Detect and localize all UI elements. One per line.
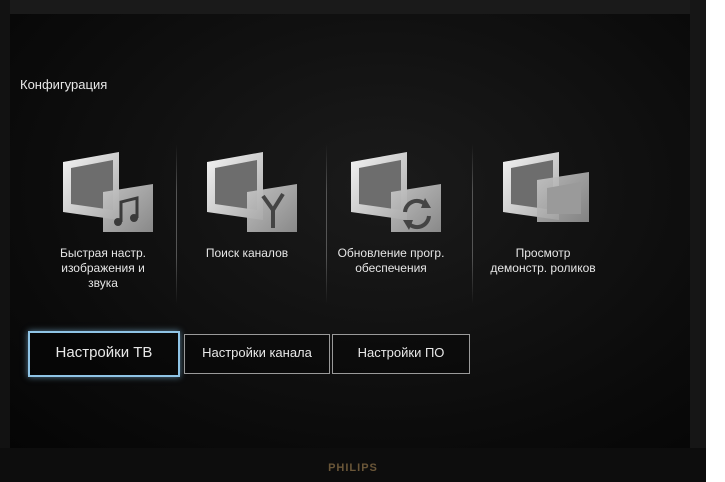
tv-screen: Конфигурация Быстрая настр. изображения … [10, 14, 690, 448]
tab-tv-settings[interactable]: Настройки ТВ [28, 331, 180, 377]
option-quick-picture-sound[interactable]: Быстрая настр. изображения и звука [32, 144, 174, 304]
bezel-right [690, 0, 706, 482]
option-label: Просмотр демонстр. роликов [490, 246, 596, 275]
option-label: Обновление прогр. обеспечения [337, 246, 445, 275]
bezel-top [0, 0, 706, 14]
tv-monitor: PHILIPS Конфигурация Быстрая настр. изоб… [0, 0, 706, 482]
music-note-icon [63, 152, 153, 232]
option-software-update[interactable]: Обновление прогр. обеспечения [320, 144, 462, 304]
tab-channel-settings[interactable]: Настройки канала [184, 334, 330, 374]
option-demo-videos[interactable]: Просмотр демонстр. роликов [472, 144, 614, 304]
option-label: Быстрая настр. изображения и звука [60, 246, 146, 290]
brand-logo: PHILIPS [328, 462, 378, 474]
tab-software-settings[interactable]: Настройки ПО [332, 334, 470, 374]
option-channel-search[interactable]: Поиск каналов [176, 144, 318, 304]
demo-windows-icon [503, 152, 589, 222]
refresh-icon [351, 152, 441, 232]
antenna-icon [207, 152, 297, 232]
menu-title: Конфигурация [20, 77, 108, 92]
bezel-left [0, 0, 10, 482]
option-label: Поиск каналов [205, 246, 289, 260]
